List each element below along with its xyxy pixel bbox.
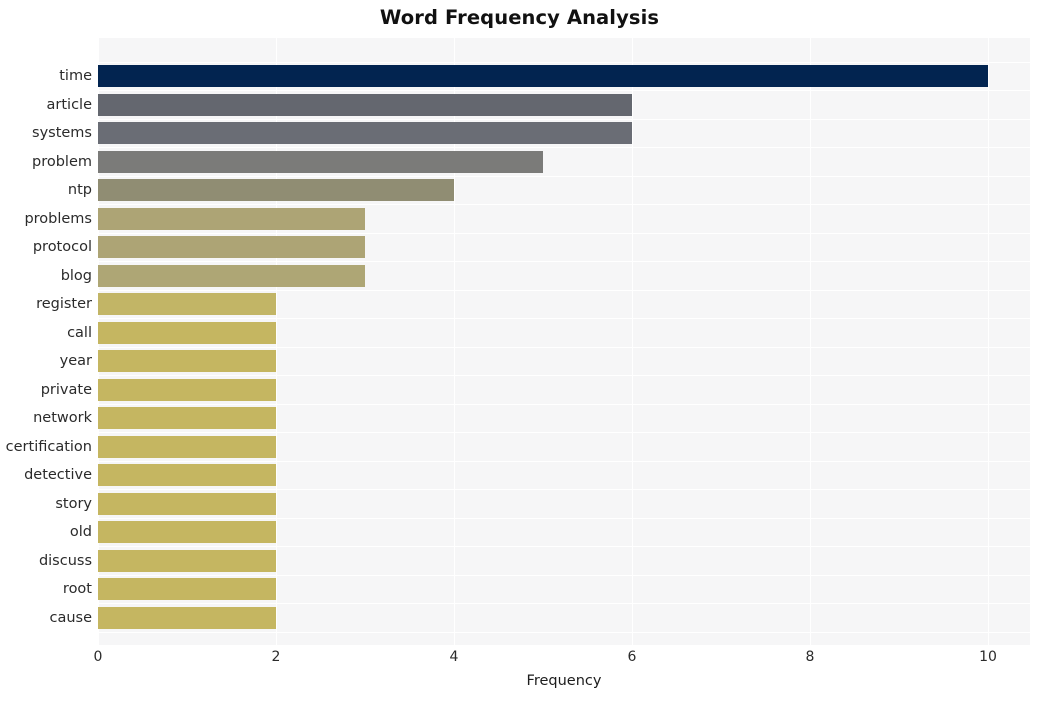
bar-network [98, 407, 276, 429]
y-tick-label-problem: problem [32, 153, 92, 170]
y-tick-label-discuss: discuss [38, 552, 92, 569]
y-tick-label-call: call [67, 324, 92, 341]
y-tick-label-story: story [55, 495, 92, 512]
y-tick-label-detective: detective [24, 467, 92, 483]
bar-call [98, 321, 276, 344]
x-tick-label-10: 10 [979, 649, 997, 665]
y-tick-label-root: root [62, 581, 92, 597]
bar-story [98, 492, 276, 515]
y-axis-tick-labels: time article systems problem ntp problems prot… [0, 38, 92, 645]
y-tick-label-network: network [33, 410, 92, 426]
y-tick-label-certification: certification [5, 438, 92, 455]
y-tick-label-article: article [46, 96, 92, 113]
bar-time [98, 65, 988, 87]
bar-discuss [98, 549, 276, 572]
x-axis-tick-labels: 0 2 4 6 8 10 [0, 649, 1039, 671]
y-tick-label-protocol: protocol [32, 239, 92, 255]
y-tick-label-old: old [69, 524, 92, 540]
bar-ntp [98, 179, 454, 201]
bar-problems [98, 207, 365, 230]
bar-cause [98, 606, 276, 629]
plot-area [98, 38, 1030, 645]
x-tick-label-2: 2 [271, 649, 281, 665]
y-tick-label-ntp: ntp [67, 182, 92, 198]
bar-register [98, 293, 276, 315]
bar-root [98, 578, 276, 600]
bar-blog [98, 264, 365, 287]
y-tick-label-blog: blog [60, 267, 92, 284]
bar-protocol [98, 236, 365, 258]
bar-article [98, 93, 632, 116]
chart-title: Word Frequency Analysis [379, 6, 660, 29]
y-tick-label-systems: systems [32, 125, 92, 141]
x-axis-title: Frequency [526, 673, 602, 689]
y-tick-label-register: register [36, 296, 92, 312]
x-tick-label-0: 0 [93, 649, 103, 665]
y-tick-label-private: private [40, 381, 92, 398]
y-tick-label-cause: cause [49, 609, 92, 626]
y-tick-label-problems: problems [24, 210, 92, 227]
bar-certification [98, 435, 276, 458]
x-tick-label-4: 4 [449, 649, 459, 665]
x-tick-label-6: 6 [627, 649, 637, 665]
x-tick-label-8: 8 [805, 649, 815, 665]
y-tick-label-year: year [59, 353, 92, 369]
bar-problem [98, 150, 543, 173]
bars-container [98, 38, 1030, 645]
bar-detective [98, 464, 276, 486]
bar-old [98, 521, 276, 543]
y-tick-label-time: time [59, 68, 92, 84]
bar-private [98, 378, 276, 401]
bar-year [98, 350, 276, 372]
bar-systems [98, 122, 632, 144]
chart-figure: Word Frequency Analysis time article syste… [0, 0, 1039, 701]
